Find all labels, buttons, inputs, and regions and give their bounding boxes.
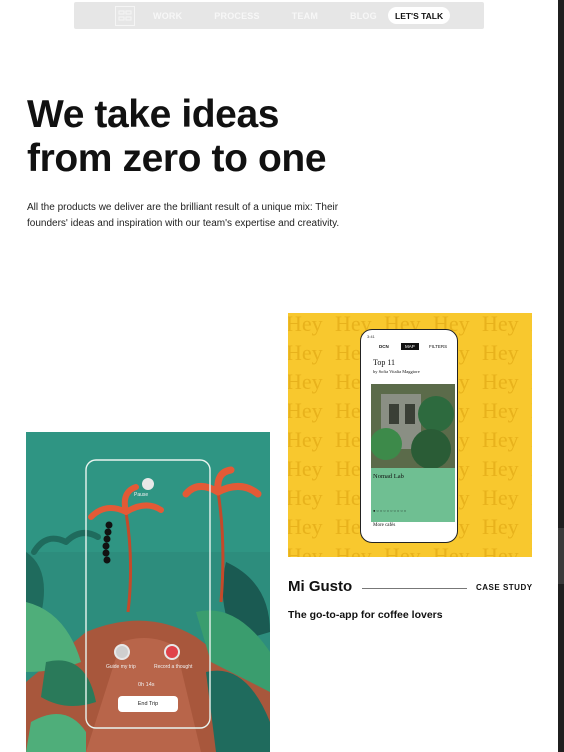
hey-pattern-word: Hey bbox=[531, 514, 532, 539]
hey-pattern-word: Hey bbox=[531, 340, 532, 365]
more-cafes-link[interactable]: More cafés bbox=[373, 523, 395, 528]
brand-logo-icon[interactable] bbox=[115, 5, 135, 26]
place-name: Nomad Lab bbox=[373, 473, 404, 480]
tab-discover[interactable]: DCN bbox=[379, 344, 389, 349]
case-study-tag[interactable]: CASE STUDY bbox=[476, 583, 533, 592]
top-nav: WORK PROCESS TEAM BLOG LET'S TALK bbox=[74, 2, 484, 29]
hey-pattern-word: Hey bbox=[433, 543, 470, 557]
hey-pattern-word: Hey bbox=[531, 398, 532, 423]
hey-pattern-word: Hey bbox=[384, 543, 421, 557]
phone-mockup: 3:41 DCN MAP FILTERS Top 11 by Sofia Vit… bbox=[360, 329, 458, 543]
hey-pattern-word: Hey bbox=[288, 543, 323, 557]
hey-pattern-word: Hey bbox=[288, 398, 323, 423]
hey-pattern-word: Hey bbox=[531, 543, 532, 557]
case-study-divider bbox=[362, 588, 467, 589]
hey-pattern-word: Hey bbox=[482, 340, 519, 365]
guide-trip-button[interactable] bbox=[114, 644, 130, 660]
hey-pattern-word: Hey bbox=[482, 369, 519, 394]
tab-filters[interactable]: FILTERS bbox=[429, 344, 447, 349]
lets-talk-button[interactable]: LET'S TALK bbox=[388, 7, 451, 24]
window-edge bbox=[558, 0, 564, 752]
nav-link-work[interactable]: WORK bbox=[153, 11, 182, 21]
hey-pattern-word: Hey bbox=[288, 427, 323, 452]
status-time: 3:41 bbox=[367, 334, 375, 339]
hey-pattern-word: Hey bbox=[531, 485, 532, 510]
migusto-case-image[interactable]: Hey Hey Hey Hey Hey Hey Hey Hey Hey Hey Hey Hey Hey H… bbox=[288, 313, 532, 557]
scrollbar-thumb[interactable] bbox=[558, 528, 564, 584]
hey-pattern-word: Hey bbox=[288, 485, 323, 510]
nav-link-blog[interactable]: BLOG bbox=[350, 11, 377, 21]
hey-pattern-word: Hey bbox=[288, 514, 323, 539]
hey-pattern-word: Hey bbox=[482, 398, 519, 423]
nav-link-team[interactable]: TEAM bbox=[292, 11, 318, 21]
trip-timer: 0h 14s bbox=[138, 682, 155, 688]
record-thought-button[interactable] bbox=[164, 644, 180, 660]
hey-pattern-word: Hey bbox=[288, 369, 323, 394]
jungle-case-image[interactable]: Pause Guide my trip Record a thought 0h … bbox=[26, 432, 270, 752]
pause-icon[interactable] bbox=[142, 478, 154, 490]
hey-pattern-word: Hey bbox=[335, 543, 372, 557]
hey-pattern-word: Hey bbox=[288, 456, 323, 481]
case-study-subtitle: The go-to-app for coffee lovers bbox=[288, 609, 443, 621]
nav-link-process[interactable]: PROCESS bbox=[214, 11, 259, 21]
hey-pattern-word: Hey bbox=[482, 543, 519, 557]
cafe-photo bbox=[371, 384, 455, 468]
list-title: Top 11 bbox=[373, 358, 396, 367]
hey-pattern-word: Hey bbox=[482, 313, 519, 336]
record-label: Record a thought bbox=[154, 664, 193, 670]
hey-pattern-word: Hey bbox=[482, 485, 519, 510]
case-study-title[interactable]: Mi Gusto bbox=[288, 578, 352, 595]
page-title: We take ideas from zero to one bbox=[27, 93, 327, 180]
pause-label: Pause bbox=[134, 492, 149, 498]
hey-pattern-word: Hey bbox=[482, 427, 519, 452]
hero-description: All the products we deliver are the bril… bbox=[27, 202, 340, 229]
guide-label: Guide my trip bbox=[106, 664, 136, 670]
hey-pattern-word: Hey bbox=[531, 369, 532, 394]
hey-pattern-word: Hey bbox=[482, 514, 519, 539]
hey-pattern-word: Hey bbox=[531, 456, 532, 481]
rating-dots: ●○○○○○○○○○ bbox=[373, 508, 408, 513]
hey-pattern-word: Hey bbox=[531, 427, 532, 452]
list-byline: by Sofia Vitalia Maggiore bbox=[373, 369, 420, 374]
hey-pattern-word: Hey bbox=[288, 340, 323, 365]
nav-links: WORK PROCESS TEAM BLOG bbox=[153, 11, 409, 21]
hey-pattern-word: Hey bbox=[531, 313, 532, 336]
hey-pattern-word: Hey bbox=[288, 313, 323, 336]
end-trip-button[interactable]: End Trip bbox=[118, 696, 178, 712]
tab-map[interactable]: MAP bbox=[401, 343, 419, 350]
hey-pattern-word: Hey bbox=[482, 456, 519, 481]
